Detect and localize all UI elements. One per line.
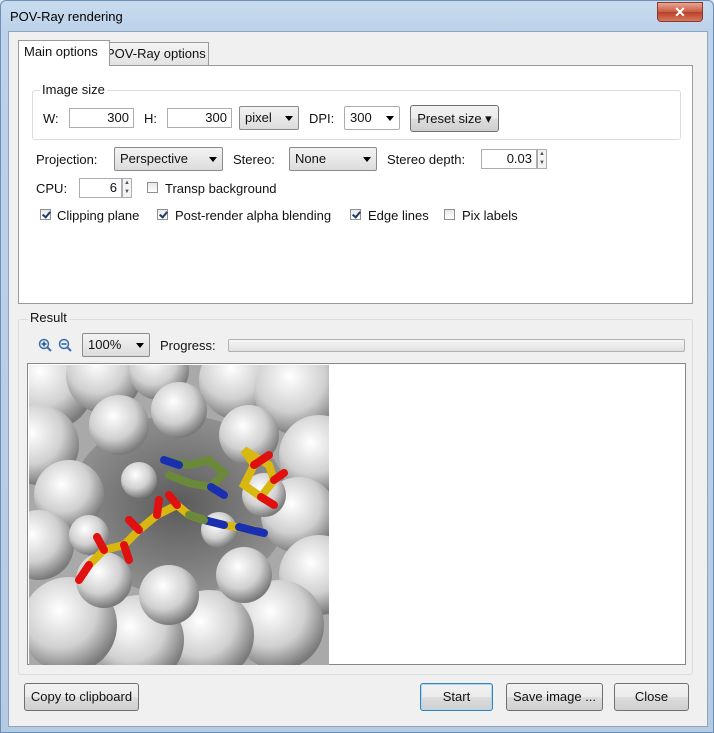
start-button[interactable]: Start xyxy=(420,683,493,711)
projection-select[interactable]: Perspective xyxy=(114,147,223,171)
dropdown-arrow-icon xyxy=(136,343,144,348)
dialog-client: Main options POV-Ray options Image size … xyxy=(8,31,708,727)
spin-down-icon[interactable]: ▼ xyxy=(538,159,546,168)
tab-main-options[interactable]: Main options xyxy=(18,40,110,66)
dpi-value: 300 xyxy=(350,110,372,125)
progress-bar xyxy=(228,339,685,352)
window-title: POV-Ray rendering xyxy=(10,9,123,24)
alpha-blending-checkbox[interactable] xyxy=(157,209,168,220)
projection-label: Projection: xyxy=(36,152,98,167)
preset-size-button[interactable]: Preset size ▾ xyxy=(410,105,499,132)
dpi-label: DPI: xyxy=(309,111,335,126)
cpu-spinner[interactable]: ▲ ▼ xyxy=(122,178,132,198)
cpu-label: CPU: xyxy=(36,181,68,196)
width-input[interactable]: 300 xyxy=(69,108,134,128)
unit-value: pixel xyxy=(245,110,272,125)
width-label: W: xyxy=(43,111,59,126)
dropdown-arrow-icon xyxy=(209,157,217,162)
stereo-depth-label: Stereo depth: xyxy=(387,152,466,167)
pix-labels-label: Pix labels xyxy=(462,208,518,223)
transp-background-label: Transp background xyxy=(165,181,277,196)
save-image-button[interactable]: Save image ... xyxy=(506,683,603,711)
progress-label: Progress: xyxy=(160,338,216,353)
copy-to-clipboard-button[interactable]: Copy to clipboard xyxy=(24,683,139,711)
window-close-button[interactable]: ✕ xyxy=(657,2,703,22)
dropdown-arrow-icon xyxy=(285,116,293,121)
stereo-depth-input[interactable]: 0.03 xyxy=(481,149,537,169)
transp-background-checkbox[interactable] xyxy=(147,182,158,193)
clipping-plane-checkbox[interactable] xyxy=(40,209,51,220)
spin-up-icon[interactable]: ▲ xyxy=(123,179,131,188)
projection-value: Perspective xyxy=(120,151,188,166)
title-bar[interactable]: POV-Ray rendering ✕ xyxy=(1,1,713,31)
stereo-depth-spinner[interactable]: ▲ ▼ xyxy=(537,149,547,169)
tab-povray-options[interactable]: POV-Ray options xyxy=(100,42,209,65)
stereo-label: Stereo: xyxy=(233,152,275,167)
zoom-out-icon[interactable] xyxy=(58,338,72,352)
unit-select[interactable]: pixel xyxy=(239,106,299,130)
height-label: H: xyxy=(144,111,157,126)
zoom-level-value: 100% xyxy=(88,337,122,352)
stereo-select[interactable]: None xyxy=(289,147,377,171)
clipping-plane-label: Clipping plane xyxy=(57,208,140,223)
dropdown-arrow-icon xyxy=(386,116,394,121)
edge-lines-checkbox[interactable] xyxy=(350,209,361,220)
spin-up-icon[interactable]: ▲ xyxy=(538,150,546,159)
height-input[interactable]: 300 xyxy=(167,108,232,128)
render-result-canvas[interactable] xyxy=(27,363,686,665)
rendered-molecule-image xyxy=(29,365,329,665)
alpha-blending-label: Post-render alpha blending xyxy=(175,208,332,223)
stereo-value: None xyxy=(295,151,327,166)
zoom-in-icon[interactable] xyxy=(38,338,52,352)
image-size-label: Image size xyxy=(40,82,107,97)
spin-down-icon[interactable]: ▼ xyxy=(123,188,131,197)
povray-dialog: POV-Ray rendering ✕ Main options POV-Ray… xyxy=(0,0,714,733)
cpu-input[interactable]: 6 xyxy=(79,178,122,198)
dropdown-arrow-icon xyxy=(363,157,371,162)
rendered-image xyxy=(29,365,329,665)
main-options-panel: Image size W: 300 H: 300 pixel DPI: 300 … xyxy=(18,65,693,304)
edge-lines-label: Edge lines xyxy=(368,208,429,223)
result-label: Result xyxy=(28,310,69,325)
close-button[interactable]: Close xyxy=(614,683,689,711)
window-close-icon: ✕ xyxy=(674,4,686,20)
zoom-level-select[interactable]: 100% xyxy=(82,333,150,357)
pix-labels-checkbox[interactable] xyxy=(444,209,455,220)
dpi-select[interactable]: 300 xyxy=(344,106,400,130)
